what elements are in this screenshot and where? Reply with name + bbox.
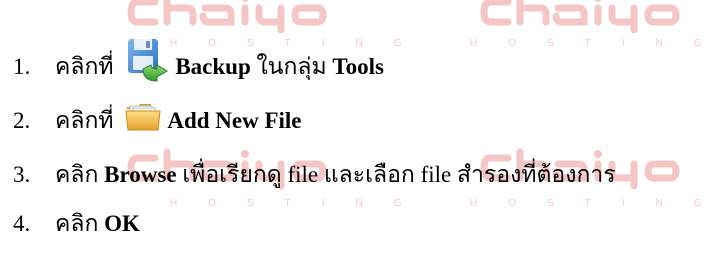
step-4: 4. คลิก OK xyxy=(13,204,140,244)
step-3: 3. คลิก Browse เพื่อเรียกดู file และเลือ… xyxy=(13,155,616,195)
step-text: คลิกที่ xyxy=(55,108,120,133)
watermark-subtext: HOSTING xyxy=(470,198,722,209)
step-number: 3. xyxy=(13,162,31,187)
add-new-file-label: Add New File xyxy=(167,108,302,133)
step-text: คลิกที่ xyxy=(55,54,120,79)
step-2: 2. คลิกที่ Add New File xyxy=(13,101,302,141)
step-1: 1. คลิกที่ Backup ในกลุ่ม Tools xyxy=(13,39,384,87)
step-text: เพื่อเรียกดู file และเลือก file สำรองที่… xyxy=(176,162,616,187)
watermark-logo xyxy=(478,0,710,34)
step-text: คลิก xyxy=(55,162,105,187)
step-text: คลิก xyxy=(55,211,105,236)
ok-label: OK xyxy=(104,211,140,236)
step-number: 1. xyxy=(13,54,31,79)
tools-group-label: Tools xyxy=(332,54,384,79)
watermark-subtext: HOSTING xyxy=(170,198,433,209)
step-text: ในกลุ่ม xyxy=(250,54,333,79)
instruction-page: HOSTING HOSTING HOSTING HOSTING 1. คลิกท… xyxy=(0,0,722,254)
step-number: 4. xyxy=(13,211,31,236)
browse-label: Browse xyxy=(104,162,177,187)
step-number: 2. xyxy=(13,108,31,133)
watermark-subtext: HOSTING xyxy=(470,38,722,49)
add-file-icon xyxy=(125,101,161,131)
backup-icon xyxy=(125,37,171,83)
backup-label: Backup xyxy=(175,54,251,79)
watermark-logo xyxy=(125,0,357,34)
